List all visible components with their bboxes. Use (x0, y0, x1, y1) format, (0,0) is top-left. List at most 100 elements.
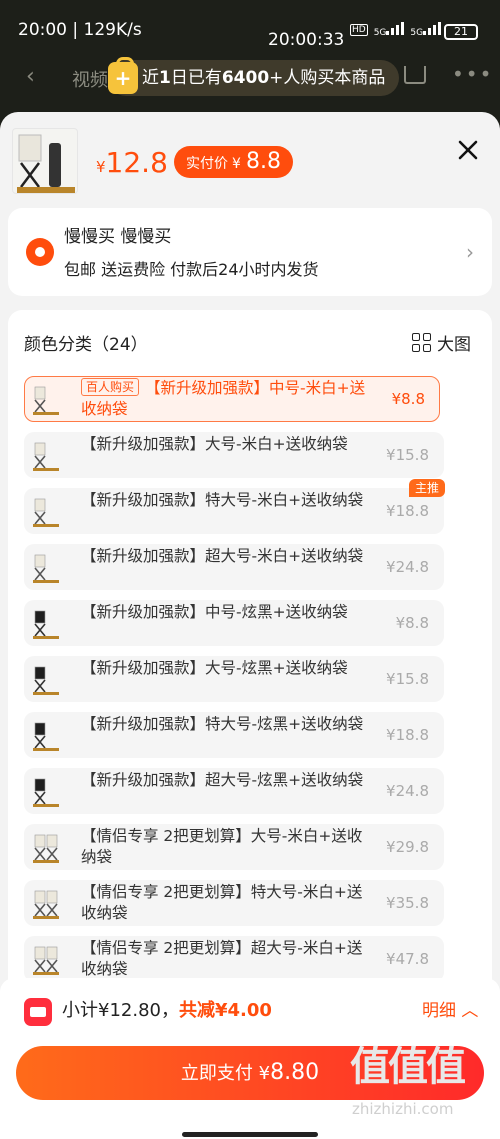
sku-option-text: 【情侣专享 2把更划算】超大号-米白+送收纳袋 (81, 939, 363, 978)
chair-thumbnail-icon (31, 888, 61, 920)
sku-option[interactable]: 【新升级加强款】超大号-炫黑+送收纳袋 ¥24.8 (24, 768, 444, 814)
chair-thumbnail-icon (31, 552, 61, 584)
location-pin-icon (26, 238, 54, 266)
network-type: 5G (373, 28, 387, 38)
recipient-name: 慢慢买 慢慢买 (64, 227, 172, 247)
sku-option-price: ¥18.8 (386, 502, 429, 520)
sku-option[interactable]: 【情侣专享 2把更划算】大号-米白+送收纳袋 ¥29.8 (24, 824, 444, 870)
shipping-info: 包邮 送运费险 付款后24小时内发货 (64, 260, 319, 279)
sku-option[interactable]: 【新升级加强款】中号-炫黑+送收纳袋 ¥8.8 (24, 600, 444, 646)
signal-icon: 5G (410, 22, 442, 38)
sku-option[interactable]: 【新升级加强款】大号-米白+送收纳袋 ¥15.8 (24, 432, 444, 478)
sku-bottom-sheet: ¥12.8 实付价 ¥ 8.8 慢慢买 慢慢买 包邮 送运费险 付款后24小时内发… (0, 112, 500, 1139)
sku-option-text: 【新升级加强款】特大号-炫黑+送收纳袋 (81, 715, 364, 733)
shipping-address-card[interactable]: 慢慢买 慢慢买 包邮 送运费险 付款后24小时内发货 › (8, 208, 492, 296)
close-icon[interactable] (456, 138, 480, 162)
sku-option-price: ¥15.8 (386, 670, 429, 688)
network-type: 5G (410, 28, 424, 38)
signal-indicators: HD 5G 5G (350, 22, 442, 38)
banner-text: 日已有 (170, 68, 222, 88)
sku-option-label: 【新升级加强款】超大号-炫黑+送收纳袋 (81, 770, 371, 791)
subtotal-text: 小计¥12.80，共减¥4.00 (62, 996, 272, 1022)
pay-price-currency: ¥ (232, 156, 241, 172)
sku-option-label: 【新升级加强款】特大号-米白+送收纳袋 (81, 490, 371, 511)
chair-thumbnail-icon (31, 720, 61, 752)
sku-option-price: ¥8.8 (395, 614, 429, 632)
sku-option-label: 【新升级加强款】特大号-炫黑+送收纳袋 (81, 714, 371, 735)
sku-option-label: 百人购买 【新升级加强款】中号-米白+送收纳袋 (81, 378, 371, 420)
sku-option-text: 【新升级加强款】大号-炫黑+送收纳袋 (81, 659, 348, 677)
battery-icon: 21 (444, 24, 478, 40)
background-title: 视频 (72, 70, 108, 91)
subtotal-amount: 小计¥12.80， (62, 1000, 179, 1021)
product-thumbnail[interactable] (12, 128, 78, 194)
signal-icon: 5G (374, 22, 405, 38)
sku-option[interactable]: 【情侣专享 2把更划算】特大号-米白+送收纳袋 ¥35.8 (24, 880, 444, 926)
sku-option-list: 百人购买 【新升级加强款】中号-米白+送收纳袋 ¥8.8 【新升级加强款】大号-米白+… (24, 376, 476, 980)
sku-option[interactable]: 【新升级加强款】大号-炫黑+送收纳袋 ¥15.8 (24, 656, 444, 702)
sku-option-text: 【新升级加强款】中号-炫黑+送收纳袋 (81, 603, 348, 621)
shopping-bag-icon (108, 57, 138, 94)
sku-option-text: 【新升级加强款】大号-米白+送收纳袋 (81, 435, 348, 453)
sku-option[interactable]: 【新升级加强款】特大号-米白+送收纳袋 ¥18.8 主推 (24, 479, 445, 534)
sku-option-price: ¥24.8 (386, 558, 429, 576)
sku-option-price: ¥29.8 (386, 838, 429, 856)
big-view-button[interactable]: 大图 (412, 330, 471, 355)
pay-button-label: 立即支付 ¥ (180, 1063, 271, 1084)
sku-option-price: ¥8.8 (391, 390, 425, 408)
status-time-speed: 20:00 | 129K/s (18, 20, 142, 40)
cart-icon (404, 66, 426, 84)
detail-toggle[interactable]: 明细 ︿ (422, 996, 478, 1021)
chair-thumbnail-icon (31, 608, 61, 640)
status-clock: 20:00:33 (268, 30, 345, 50)
pay-price-label: 实付价 (186, 156, 228, 172)
sku-option-label: 【情侣专享 2把更划算】特大号-米白+送收纳袋 (81, 882, 371, 924)
banner-text: +人购买本商品 (269, 68, 386, 88)
sku-section-title: 颜色分类（24） (24, 335, 148, 355)
sku-option-label: 【新升级加强款】大号-米白+送收纳袋 (81, 434, 371, 455)
home-indicator[interactable] (182, 1132, 318, 1137)
pay-button-amount: 8.80 (270, 1060, 320, 1085)
hd-icon: HD (350, 24, 368, 36)
grid-icon (412, 333, 431, 352)
chair-thumbnail-icon (31, 776, 61, 808)
chair-thumbnail-icon (31, 944, 61, 976)
sku-option-price: ¥47.8 (386, 950, 429, 968)
price-currency: ¥ (96, 158, 106, 176)
sku-option-label: 【情侣专享 2把更划算】大号-米白+送收纳袋 (81, 826, 371, 868)
watermark-logo: 值值值 (350, 1044, 466, 1090)
purchase-count-banner: 近1日已有6400+人购买本商品 (108, 57, 400, 96)
sku-option-text: 【新升级加强款】特大号-米白+送收纳袋 (81, 491, 364, 509)
pay-price-value: 8.8 (246, 149, 282, 174)
sku-option[interactable]: 百人购买 【新升级加强款】中号-米白+送收纳袋 ¥8.8 (24, 376, 440, 422)
big-view-label: 大图 (437, 335, 471, 355)
chevron-right-icon: › (466, 240, 474, 264)
original-price: ¥12.8 (96, 146, 168, 179)
more-icon: ••• (452, 62, 494, 86)
discount-amount: 共减¥4.00 (178, 1000, 272, 1021)
product-header: ¥12.8 实付价 ¥ 8.8 (0, 112, 500, 204)
sku-option-price: ¥15.8 (386, 446, 429, 464)
sku-option-label: 【情侣专享 2把更划算】超大号-米白+送收纳袋 (81, 938, 371, 980)
chair-thumbnail-icon (31, 832, 61, 864)
sku-option-text: 【情侣专享 2把更划算】特大号-米白+送收纳袋 (81, 883, 363, 922)
recommended-badge: 主推 (408, 479, 445, 497)
chair-thumbnail-icon (31, 496, 61, 528)
chevron-left-icon: ‹ (26, 64, 35, 89)
actual-price-badge: 实付价 ¥ 8.8 (174, 146, 294, 178)
status-bar: 20:00 | 129K/s 20:00:33 HD 5G 5G 21 (0, 0, 500, 56)
sku-option-price: ¥35.8 (386, 894, 429, 912)
chair-thumbnail-icon (31, 664, 61, 696)
sku-option-label: 【新升级加强款】大号-炫黑+送收纳袋 (81, 658, 371, 679)
chair-thumbnail-icon (31, 440, 61, 472)
sku-option-price: ¥24.8 (386, 782, 429, 800)
price-value: 12.8 (105, 146, 168, 179)
sku-option[interactable]: 【情侣专享 2把更划算】超大号-米白+送收纳袋 ¥47.8 (24, 936, 444, 980)
sku-option-text: 【新升级加强款】超大号-炫黑+送收纳袋 (81, 771, 364, 789)
sku-option[interactable]: 【新升级加强款】特大号-炫黑+送收纳袋 ¥18.8 (24, 712, 444, 758)
sku-option-text: 【情侣专享 2把更划算】大号-米白+送收纳袋 (81, 827, 363, 866)
banner-text: 近 (142, 68, 159, 88)
sku-option[interactable]: 【新升级加强款】超大号-米白+送收纳袋 ¥24.8 (24, 544, 444, 590)
sku-option-label: 【新升级加强款】超大号-米白+送收纳袋 (81, 546, 371, 567)
banner-days: 1 (159, 68, 171, 88)
